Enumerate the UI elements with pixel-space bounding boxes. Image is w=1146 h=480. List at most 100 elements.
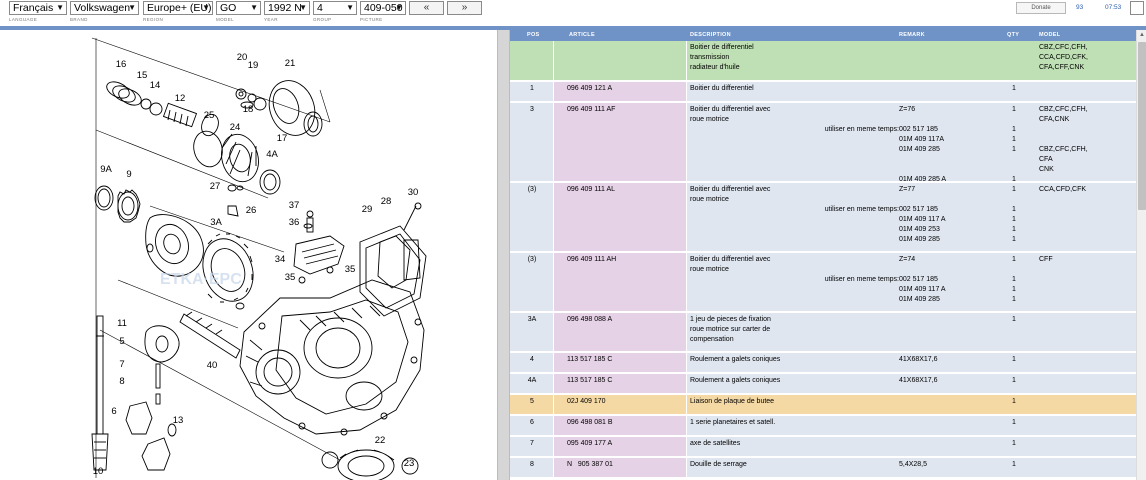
parts-table: POS ARTICLE DESCRIPTION REMARK QTY MODEL… <box>510 30 1136 480</box>
table-row[interactable]: 5 02J 409 170 Liaison de plaque de butee 1 <box>510 395 1136 415</box>
model-select[interactable]: GO ▼ <box>216 1 261 15</box>
row-article-link[interactable]: 096 498 081 B <box>567 418 613 428</box>
diagram-callout-label[interactable]: 27 <box>210 181 221 192</box>
region-select[interactable]: Europe+ (EU) ▼ <box>143 1 213 15</box>
row-article-link[interactable]: 096 409 111 AL <box>567 185 615 195</box>
table-row[interactable]: 4 113 517 185 C Roulement a galets conique… <box>510 353 1136 373</box>
diagram-callout-label[interactable]: 4A <box>266 149 278 160</box>
table-row[interactable]: 3A 096 498 088 A 1 jeu de pieces de fixati… <box>510 313 1136 352</box>
scroll-up-icon[interactable]: ▲ <box>1138 31 1146 39</box>
row-article-link[interactable]: N 905 387 01 <box>567 460 613 470</box>
table-row[interactable]: 8 N 905 387 01 Douille de serrage 5,4X28,5 1 <box>510 458 1136 478</box>
diagram-callout-label[interactable]: 9A <box>100 164 112 175</box>
diagram-callout-label[interactable]: 36 <box>289 217 300 228</box>
table-row[interactable]: (3) 096 409 111 AL Boitier du differentiel… <box>510 183 1136 252</box>
year-select[interactable]: 1992 N ▼ <box>264 1 310 15</box>
scrollbar-thumb[interactable] <box>1138 42 1146 210</box>
row-remark: Z=76 002 517 185 01M 409 117A 01M 409 28… <box>899 106 947 183</box>
group-value: 4 <box>317 2 323 14</box>
diagram-callout-label[interactable]: 34 <box>275 254 286 265</box>
donate-button[interactable]: Donate <box>1016 2 1066 14</box>
diagram-callout-label[interactable]: 29 <box>362 204 373 215</box>
panel-splitter[interactable] <box>497 30 510 480</box>
table-row[interactable]: (3) 096 409 111 AH Boitier du differentiel… <box>510 253 1136 312</box>
row-remark: 5,4X28,5 <box>899 461 928 468</box>
diagram-callout-label[interactable]: 14 <box>150 80 161 91</box>
exploded-diagram-panel[interactable]: ETKA·EPC 16 15 14 12 20 19 18 21 25 24 4A 17 9A 9 27 26… <box>0 30 497 480</box>
diagram-callout-label[interactable]: 11 <box>117 318 127 329</box>
diagram-callout-label[interactable]: 22 <box>375 435 386 446</box>
group-select[interactable]: 4 ▼ <box>313 1 357 15</box>
diagram-callout-label[interactable]: 7 <box>119 359 124 370</box>
header-remark[interactable]: REMARK <box>899 32 925 38</box>
table-scrollbar[interactable]: ▲ <box>1136 30 1146 480</box>
row-description: Boitier du differentiel avec roue motric… <box>690 106 771 123</box>
language-select[interactable]: Français ▼ <box>9 1 67 15</box>
chevron-down-icon: ▼ <box>395 3 403 12</box>
brand-select[interactable]: Volkswagen ▼ <box>70 1 139 15</box>
diagram-callout-label[interactable]: 8 <box>119 376 124 387</box>
chevron-down-icon: ▼ <box>250 3 258 12</box>
diagram-callout-label[interactable]: 24 <box>230 122 241 133</box>
row-pos: 4 <box>530 356 534 363</box>
table-row[interactable]: 3 096 409 111 AF Boitier du differentiel a… <box>510 103 1136 183</box>
row-remark: 41X68X17,6 <box>899 377 938 384</box>
row-article-link[interactable]: 113 517 185 C <box>567 355 612 365</box>
diagram-callout-label[interactable]: 19 <box>248 60 259 71</box>
table-row[interactable]: 4A 113 517 185 C Roulement a galets coniqu… <box>510 374 1136 394</box>
row-cell-background <box>554 41 687 80</box>
row-pos: 4A <box>527 377 537 384</box>
diagram-callout-label[interactable]: 30 <box>408 187 419 198</box>
row-article-link[interactable]: 095 409 177 A <box>567 439 612 449</box>
previous-picture-button[interactable]: « <box>409 1 444 15</box>
row-article-link[interactable]: 096 409 121 A <box>567 84 612 94</box>
next-picture-button[interactable]: » <box>447 1 482 15</box>
model-label: MODEL <box>216 17 235 22</box>
row-quantity: 1 <box>1012 85 1016 92</box>
diagram-callout-label[interactable]: 15 <box>137 70 148 81</box>
diagram-callout-label[interactable]: 35 <box>285 272 296 283</box>
header-model[interactable]: MODEL <box>1039 32 1060 38</box>
chevron-down-icon: ▼ <box>202 3 210 12</box>
diagram-callout-label[interactable]: 28 <box>381 196 392 207</box>
picture-label: PICTURE <box>360 17 383 22</box>
diagram-callout-label[interactable]: 17 <box>277 133 288 144</box>
diagram-callout-label[interactable]: 10 <box>93 466 104 477</box>
diagram-callout-label[interactable]: 13 <box>173 415 184 426</box>
header-qty[interactable]: QTY <box>1007 32 1019 38</box>
diagram-callout-label[interactable]: 20 <box>237 52 248 63</box>
diagram-callout-label[interactable]: 3A <box>210 217 222 228</box>
table-row[interactable]: 7 095 409 177 A axe de satellites 1 <box>510 437 1136 457</box>
diagram-callout-label[interactable]: 25 <box>204 110 215 121</box>
row-quantity: 1 1 1 1 1 <box>1012 186 1016 243</box>
row-article-link[interactable]: 113 517 185 C <box>567 376 612 386</box>
diagram-callout-label[interactable]: 26 <box>246 205 257 216</box>
diagram-callout-label[interactable]: 37 <box>289 200 300 211</box>
row-article-link[interactable]: 096 409 111 AH <box>567 255 616 265</box>
row-article-link[interactable]: 096 498 088 A <box>567 315 612 325</box>
table-row[interactable]: 1 096 409 121 A Boitier du differentiel 1 <box>510 82 1136 102</box>
diagram-callout-label[interactable]: 5 <box>119 336 124 347</box>
row-article-link[interactable]: 02J 409 170 <box>567 397 606 407</box>
diagram-callout-label[interactable]: 35 <box>345 264 356 275</box>
diagram-callout-label[interactable]: 40 <box>207 360 218 371</box>
header-article[interactable]: ARTICLE <box>569 32 595 38</box>
header-description[interactable]: DESCRIPTION <box>690 32 731 38</box>
row-article-link[interactable]: 096 409 111 AF <box>567 105 615 115</box>
table-row[interactable]: 6 096 498 081 B 1 serie planetaires et sat… <box>510 416 1136 436</box>
diagram-callout-label[interactable]: 18 <box>243 104 254 115</box>
row-use-together-note: utiliser en meme temps: <box>824 126 899 133</box>
diagram-callout-label[interactable]: 6 <box>111 406 116 417</box>
table-row[interactable]: Boitier de differentiel transmission rad… <box>510 41 1136 81</box>
diagram-callout-label[interactable]: 12 <box>175 93 186 104</box>
header-pos[interactable]: POS <box>527 32 540 38</box>
diagram-callout-label[interactable]: 21 <box>285 58 296 69</box>
fullscreen-icon[interactable] <box>1130 1 1144 15</box>
diagram-callout-label[interactable]: 23 <box>404 458 415 469</box>
picture-select[interactable]: 409-050 ▼ <box>360 1 406 15</box>
language-label: LANGUAGE <box>9 17 38 22</box>
row-description: Roulement a galets coniques <box>690 377 781 384</box>
row-description: axe de satellites <box>690 440 741 447</box>
diagram-callout-label[interactable]: 16 <box>116 59 127 70</box>
diagram-callout-label[interactable]: 9 <box>126 169 131 180</box>
